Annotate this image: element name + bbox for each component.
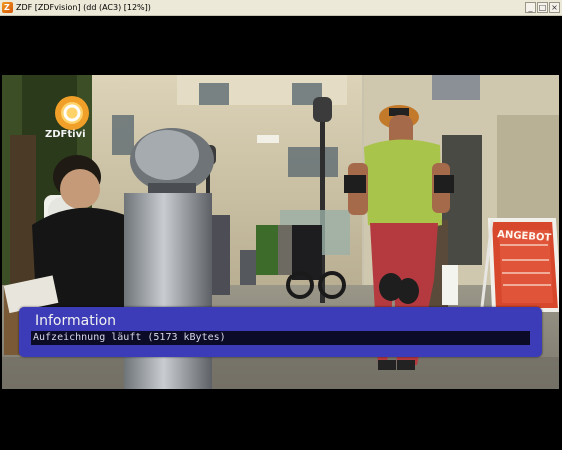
recording-status-text: Aufzeichnung läuft (5173 kBytes) [33,332,226,343]
app-icon: Z [2,2,13,13]
status-message-bar: Aufzeichnung läuft (5173 kBytes) [31,331,530,345]
information-panel: Information Aufzeichnung läuft (5173 kBy… [19,307,542,357]
close-button[interactable]: × [549,2,560,13]
title-bar[interactable]: Z ZDF [ZDFvision] (dd (AC3) [12%]) _ □ × [0,0,562,16]
information-title: Information [35,313,117,329]
minimize-button[interactable]: _ [525,2,536,13]
window-controls: _ □ × [525,2,560,14]
channel-logo-text: ZDFtivi [45,129,86,140]
maximize-button[interactable]: □ [537,2,548,13]
window-title: ZDF [ZDFvision] (dd (AC3) [12%]) [16,3,151,12]
player-window: Z ZDF [ZDFvision] (dd (AC3) [12%]) _ □ × [0,0,562,450]
